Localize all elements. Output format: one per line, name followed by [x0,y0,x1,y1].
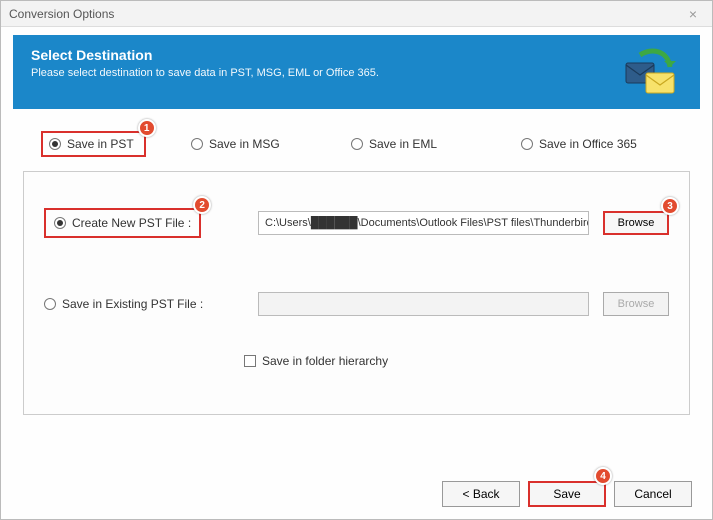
browse-create-wrap: Browse 3 [589,211,669,235]
browse-existing-button: Browse [603,292,669,316]
radio-save-msg-label: Save in MSG [209,137,280,151]
callout-4: 4 [594,467,612,485]
radio-save-eml-wrap[interactable]: Save in EML [351,137,521,151]
dialog-window: { "window": { "title": "Conversion Optio… [0,0,713,520]
cancel-button[interactable]: Cancel [614,481,692,507]
banner-subtext: Please select destination to save data i… [31,67,682,79]
radio-save-eml[interactable] [351,138,363,150]
pst-options-panel: Create New PST File : 2 C:\Users\██████\… [23,171,690,415]
mail-convert-icon [622,45,680,99]
radio-save-eml-label: Save in EML [369,137,437,151]
highlight-2: Create New PST File : 2 [44,208,201,238]
back-button[interactable]: < Back [442,481,520,507]
existing-pst-path-input [258,292,589,316]
radio-existing-pst[interactable] [44,298,56,310]
radio-save-office365[interactable] [521,138,533,150]
row-create-pst: Create New PST File : 2 C:\Users\██████\… [24,202,689,244]
callout-1: 1 [138,119,156,137]
folder-hierarchy-row[interactable]: Save in folder hierarchy [24,354,689,368]
radio-create-pst[interactable] [54,217,66,229]
footer-buttons: < Back Save 4 Cancel [442,481,692,507]
banner: Select Destination Please select destina… [13,35,700,109]
radio-save-msg[interactable] [191,138,203,150]
radio-save-office365-label: Save in Office 365 [539,137,637,151]
window-title: Conversion Options [9,7,682,21]
callout-2: 2 [193,196,211,214]
folder-hierarchy-checkbox[interactable] [244,355,256,367]
existing-pst-label: Save in Existing PST File : [62,297,203,311]
row-existing-pst: Save in Existing PST File : Browse [24,286,689,322]
browse-create-button[interactable]: Browse [603,211,669,235]
radio-save-pst-wrap: Save in PST 1 [41,131,191,157]
create-pst-label-wrap: Create New PST File : 2 [44,208,214,238]
radio-save-msg-wrap[interactable]: Save in MSG [191,137,351,151]
radio-save-pst[interactable] [49,138,61,150]
create-pst-label: Create New PST File : [72,216,191,230]
format-radio-row: Save in PST 1 Save in MSG Save in EML Sa… [1,121,712,171]
callout-3: 3 [661,197,679,215]
radio-save-office365-wrap[interactable]: Save in Office 365 [521,137,637,151]
highlight-1: Save in PST 1 [41,131,146,157]
save-button-wrap: Save 4 [528,481,606,507]
folder-hierarchy-label: Save in folder hierarchy [262,354,388,368]
close-icon[interactable]: × [682,6,704,22]
existing-pst-label-wrap[interactable]: Save in Existing PST File : [44,297,258,311]
titlebar: Conversion Options × [1,1,712,27]
banner-heading: Select Destination [31,47,682,63]
save-button[interactable]: Save [528,481,606,507]
create-pst-path-input[interactable]: C:\Users\██████\Documents\Outlook Files\… [258,211,589,235]
radio-save-pst-label: Save in PST [67,137,134,151]
